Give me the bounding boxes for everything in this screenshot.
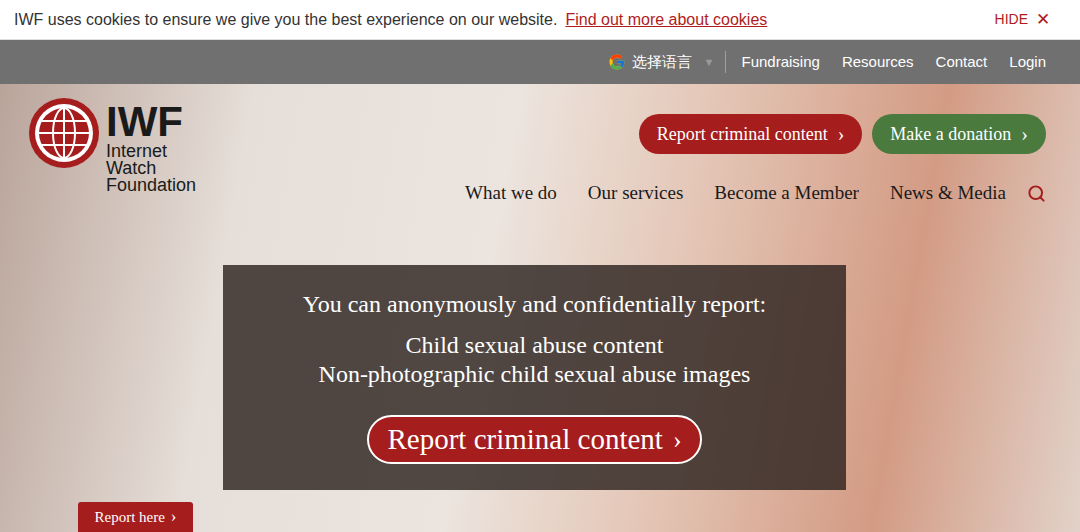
nav-item[interactable]: News & Media bbox=[890, 179, 1006, 208]
hide-button[interactable]: HIDE✕ bbox=[995, 7, 1050, 33]
report-panel: You can anonymously and confidentially r… bbox=[223, 265, 846, 490]
main-nav: What we do Our services Become a Member New… bbox=[465, 179, 1046, 208]
logo-line: Foundation bbox=[106, 177, 196, 194]
close-icon: ✕ bbox=[1036, 7, 1050, 33]
nav-item[interactable]: Become a Member bbox=[714, 179, 859, 208]
nav-item[interactable]: What we do bbox=[465, 179, 557, 208]
globe-logo-icon bbox=[28, 97, 100, 169]
report-button[interactable]: Report criminal content› bbox=[367, 415, 701, 464]
top-bar: 选择语言▼ Fundraising Resources Contact Login bbox=[0, 40, 1080, 84]
report-intro: You can anonymously and confidentially r… bbox=[303, 289, 766, 319]
header-button[interactable]: Make a donation› bbox=[872, 114, 1046, 154]
top-link[interactable]: Contact bbox=[936, 51, 988, 74]
cookie-bar: IWF uses cookies to ensure we give you t… bbox=[0, 0, 1080, 40]
chevron-icon: › bbox=[171, 504, 177, 530]
logo-line: Watch bbox=[106, 160, 196, 177]
report-item: Child sexual abuse content bbox=[319, 331, 751, 360]
search-icon[interactable] bbox=[1027, 184, 1046, 203]
chevron-icon: › bbox=[838, 119, 845, 149]
report-here-tab[interactable]: Report here› bbox=[78, 502, 193, 532]
nav-item[interactable]: Our services bbox=[588, 179, 684, 208]
google-icon bbox=[608, 53, 626, 71]
header: IWFInternetWatchFoundation Report crimina… bbox=[0, 84, 1080, 208]
cookie-message: IWF uses cookies to ensure we give you t… bbox=[14, 8, 557, 32]
logo[interactable]: IWFInternetWatchFoundation bbox=[28, 97, 196, 194]
page: IWF uses cookies to ensure we give you t… bbox=[0, 0, 1080, 532]
logo-abbr: IWF bbox=[106, 101, 196, 143]
report-item: Non-photographic child sexual abuse imag… bbox=[319, 360, 751, 389]
logo-line: Internet bbox=[106, 143, 196, 160]
header-button[interactable]: Report criminal content› bbox=[639, 114, 863, 154]
chevron-icon: › bbox=[1021, 119, 1028, 149]
top-link[interactable]: Fundraising bbox=[742, 51, 820, 74]
cookie-link[interactable]: Find out more about cookies bbox=[565, 8, 767, 32]
language-select[interactable]: 选择语言▼ bbox=[608, 51, 726, 74]
top-link[interactable]: Resources bbox=[842, 51, 914, 74]
hero: IWFInternetWatchFoundation Report crimina… bbox=[0, 84, 1080, 532]
caret-icon: ▼ bbox=[704, 54, 715, 71]
chevron-icon: › bbox=[673, 420, 682, 459]
top-link[interactable]: Login bbox=[1009, 51, 1046, 74]
